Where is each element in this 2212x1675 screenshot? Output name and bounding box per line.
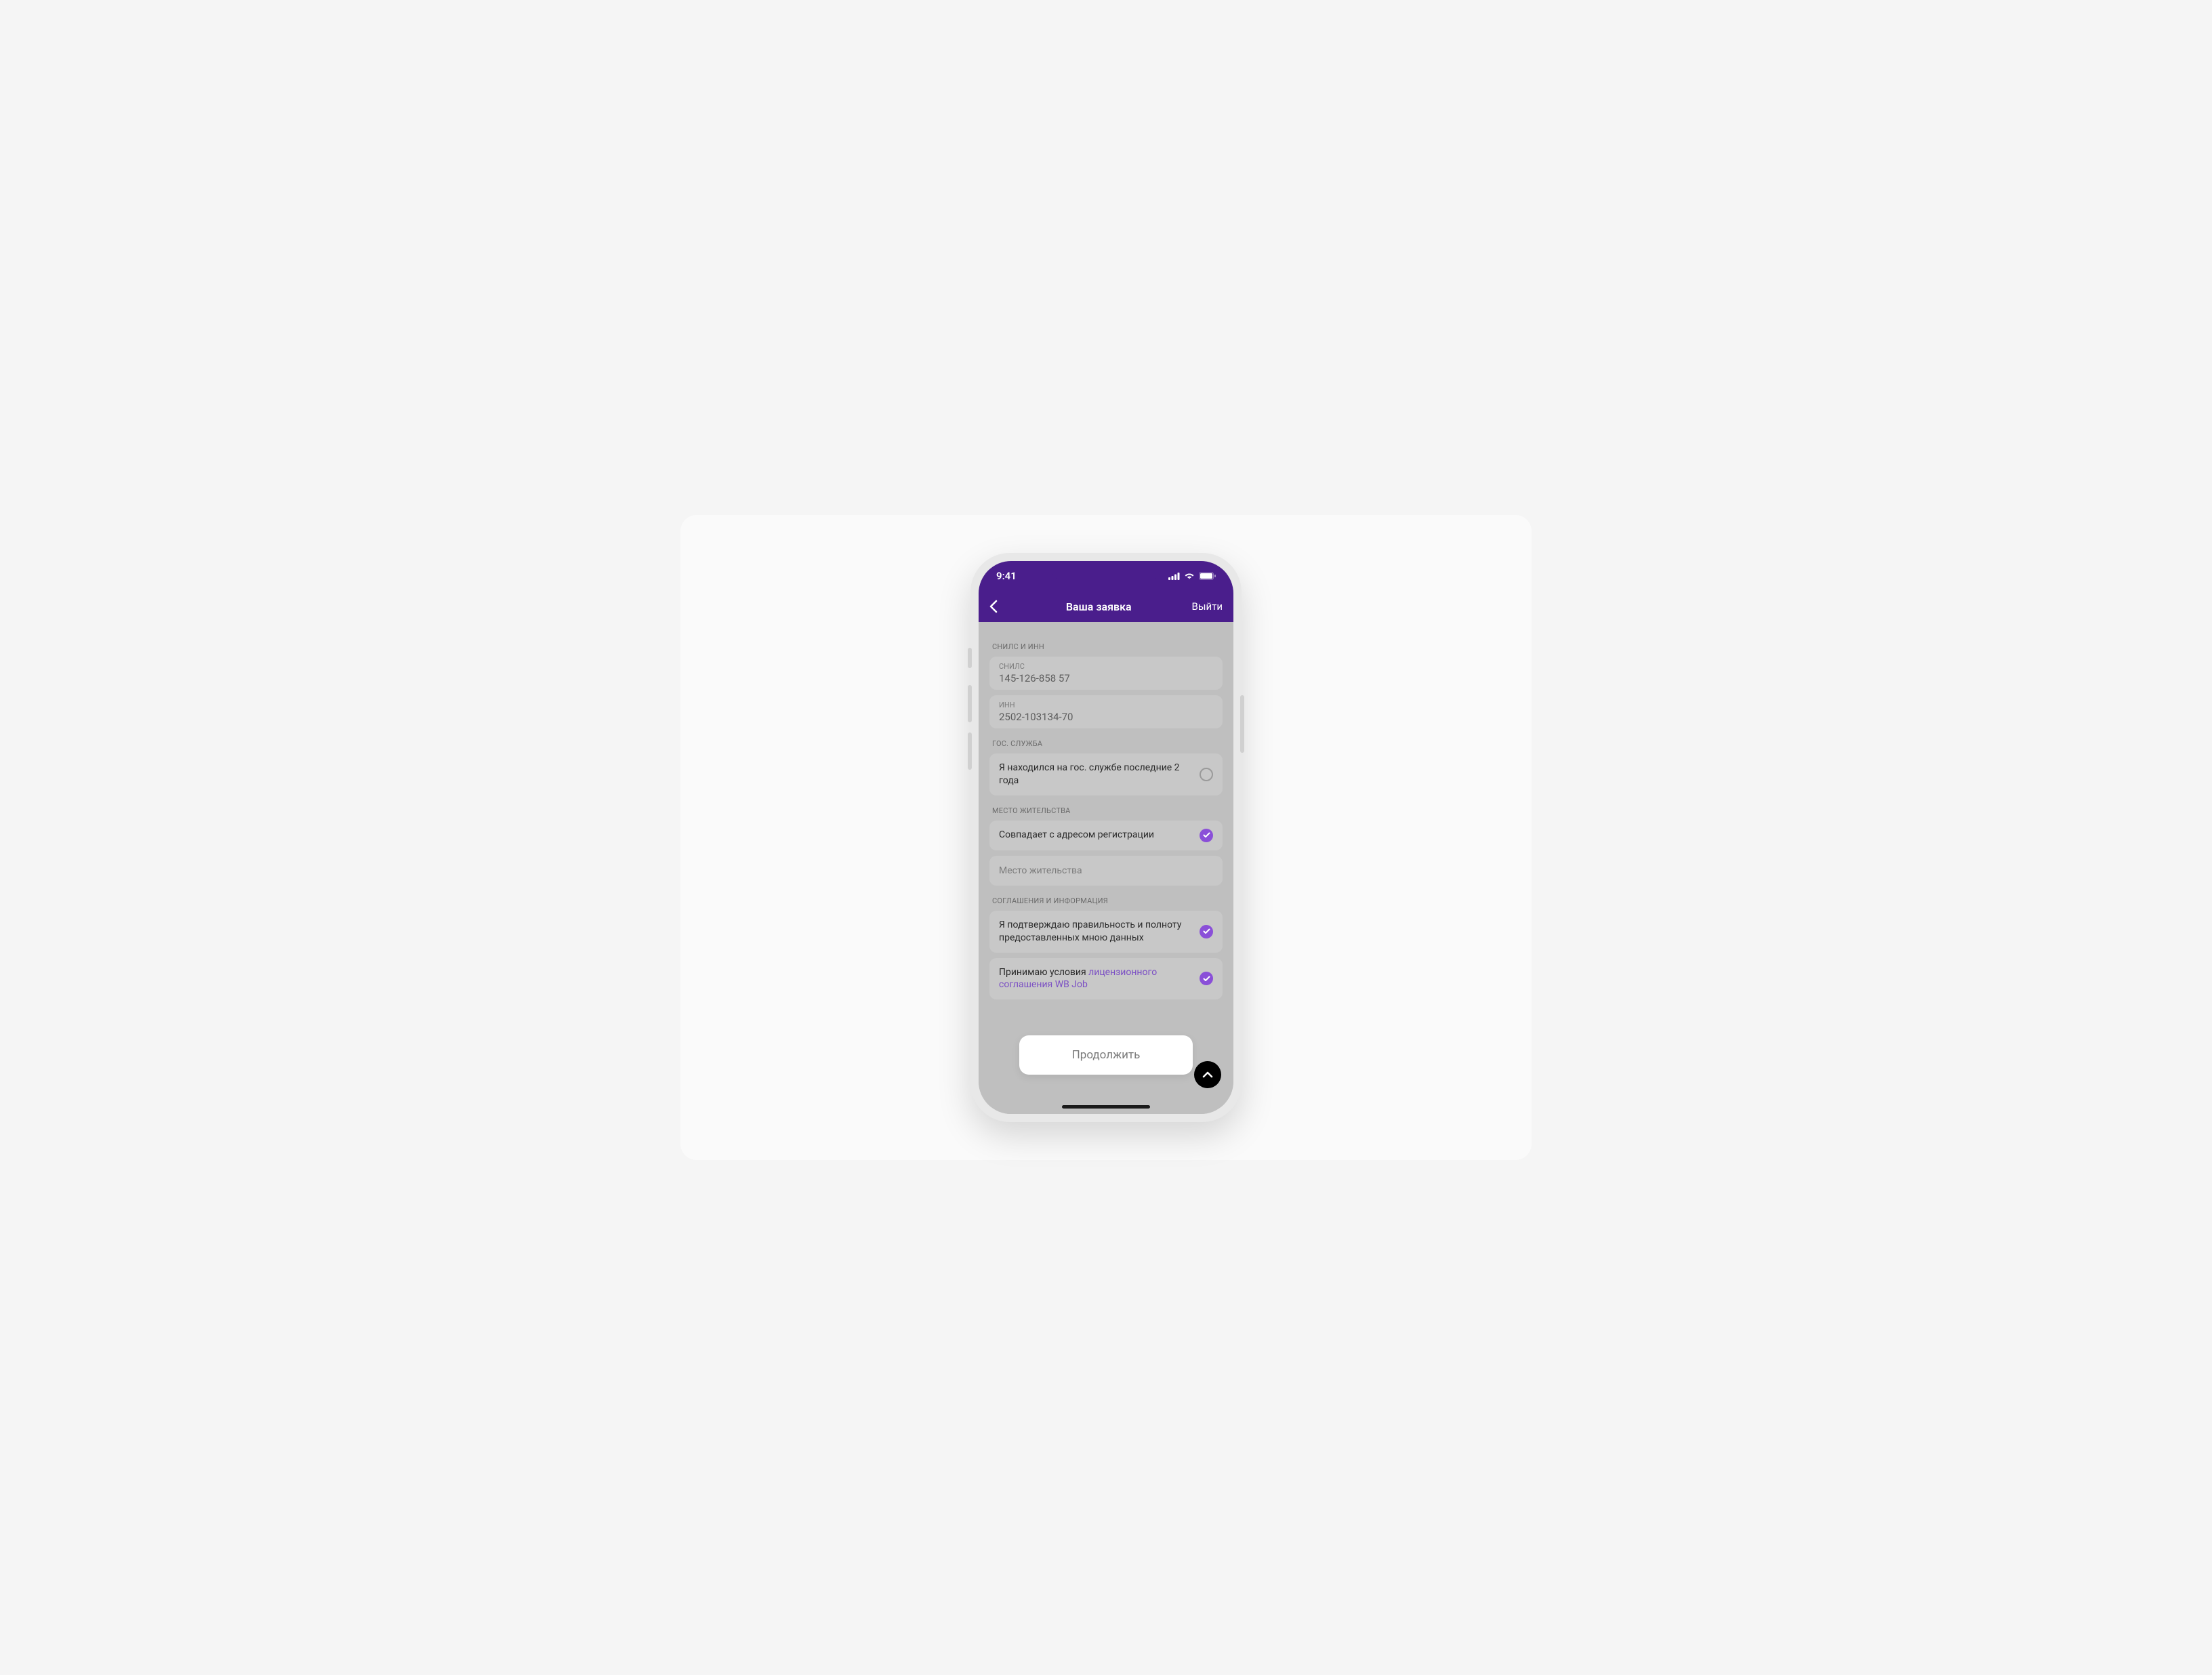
back-button[interactable] xyxy=(989,600,1006,613)
inn-field[interactable]: ИНН 2502-103134-70 xyxy=(989,695,1223,728)
snils-field[interactable]: СНИЛС 145-126-858 57 xyxy=(989,657,1223,690)
phone-side-button xyxy=(968,685,972,722)
section-header-agreements: СОГЛАШЕНИЯ И ИНФОРМАЦИЯ xyxy=(992,896,1220,905)
chevron-left-icon xyxy=(989,600,998,613)
content-area: СНИЛС И ИНН СНИЛС 145-126-858 57 ИНН 250… xyxy=(979,622,1233,1114)
snils-value: 145-126-858 57 xyxy=(999,672,1213,684)
chevron-up-icon xyxy=(1202,1071,1213,1078)
inn-value: 2502-103134-70 xyxy=(999,711,1213,723)
gov-service-toggle[interactable]: Я находился на гос. службе последние 2 г… xyxy=(989,753,1223,795)
phone-side-button xyxy=(1240,695,1244,753)
continue-button[interactable]: Продолжить xyxy=(1019,1035,1193,1075)
wifi-icon xyxy=(1184,572,1195,580)
residence-same-text: Совпадает с адресом регистрации xyxy=(999,829,1154,842)
checkbox-on-icon xyxy=(1200,972,1213,985)
phone-notch xyxy=(1052,561,1160,581)
status-indicators xyxy=(1168,572,1216,580)
confirm-data-toggle[interactable]: Я подтверждаю правильность и полноту пре… xyxy=(989,911,1223,953)
section-header-gov: ГОС. СЛУЖБА xyxy=(992,739,1220,748)
phone-side-button xyxy=(968,732,972,770)
checkbox-on-icon xyxy=(1200,925,1213,938)
residence-input[interactable]: Место жительства xyxy=(989,856,1223,886)
section-header-snils-inn: СНИЛС И ИНН xyxy=(992,642,1220,651)
battery-icon xyxy=(1199,572,1216,580)
phone-side-button xyxy=(968,648,972,668)
status-time: 9:41 xyxy=(996,570,1017,582)
snils-label: СНИЛС xyxy=(999,662,1213,671)
phone-screen: 9:41 Ваша заявка Выйти СНИЛС И ИНН СНИЛС xyxy=(979,561,1233,1114)
exit-button[interactable]: Выйти xyxy=(1191,600,1223,613)
gov-service-text: Я находился на гос. службе последние 2 г… xyxy=(999,762,1191,787)
cellular-icon xyxy=(1168,573,1180,580)
phone-frame: 9:41 Ваша заявка Выйти СНИЛС И ИНН СНИЛС xyxy=(970,553,1242,1122)
home-indicator xyxy=(1062,1105,1150,1109)
page-canvas: 9:41 Ваша заявка Выйти СНИЛС И ИНН СНИЛС xyxy=(680,515,1532,1160)
license-toggle[interactable]: Принимаю условия лицензионного соглашени… xyxy=(989,958,1223,1000)
inn-label: ИНН xyxy=(999,701,1213,709)
nav-bar: Ваша заявка Выйти xyxy=(979,591,1233,622)
section-header-residence: МЕСТО ЖИТЕЛЬСТВА xyxy=(992,806,1220,815)
residence-same-toggle[interactable]: Совпадает с адресом регистрации xyxy=(989,821,1223,850)
checkbox-off-icon xyxy=(1200,768,1213,781)
page-title: Ваша заявка xyxy=(1066,600,1132,613)
license-prefix: Принимаю условия xyxy=(999,967,1088,978)
scroll-top-button[interactable] xyxy=(1194,1061,1221,1088)
checkbox-on-icon xyxy=(1200,829,1213,842)
license-text: Принимаю условия лицензионного соглашени… xyxy=(999,966,1191,992)
confirm-data-text: Я подтверждаю правильность и полноту пре… xyxy=(999,919,1191,945)
